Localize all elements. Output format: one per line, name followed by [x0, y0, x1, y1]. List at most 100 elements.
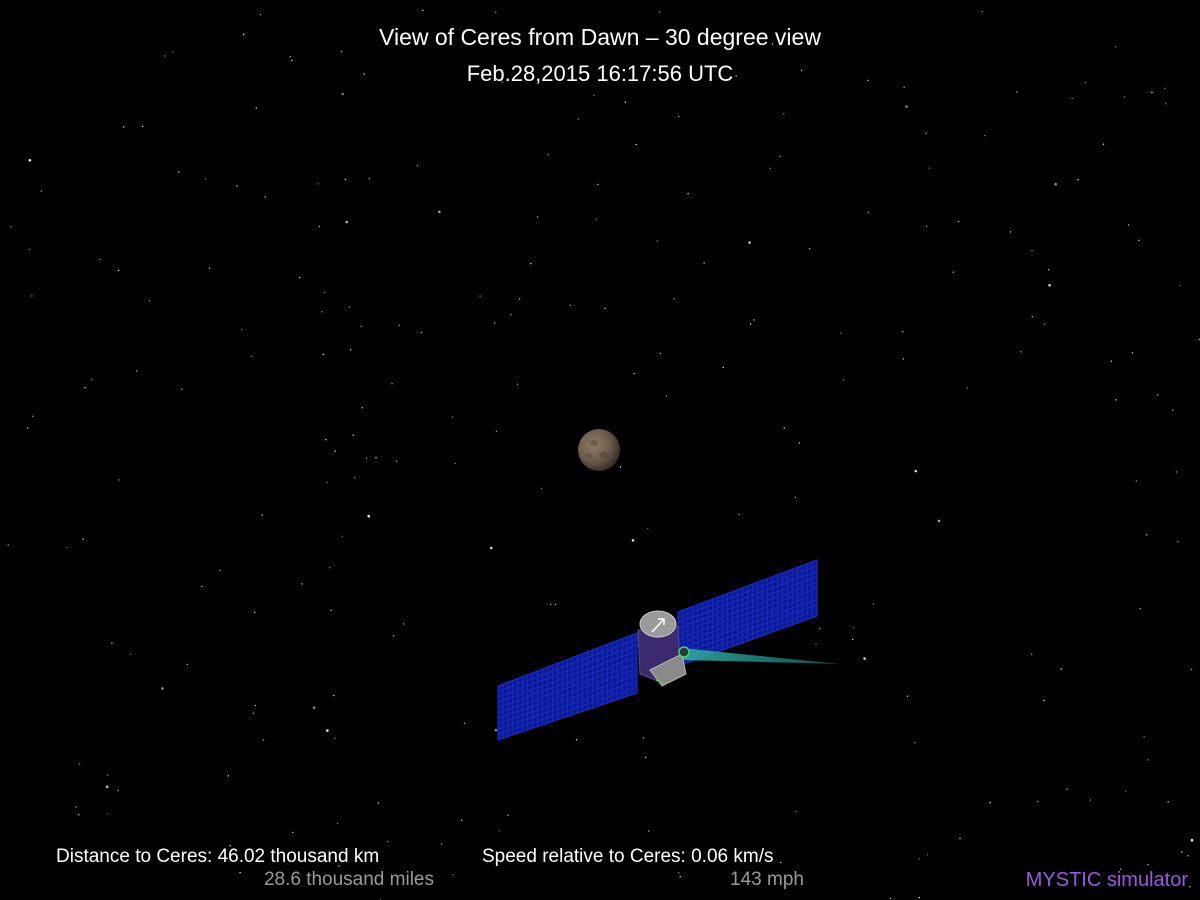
star	[261, 514, 263, 516]
star	[1054, 182, 1057, 186]
star	[292, 831, 294, 834]
star	[204, 178, 207, 180]
star	[1181, 851, 1183, 853]
star	[377, 802, 379, 804]
star	[10, 226, 12, 228]
star	[318, 225, 321, 228]
star	[251, 355, 253, 357]
star	[1187, 855, 1189, 857]
star	[91, 379, 93, 381]
star	[863, 657, 866, 660]
star	[867, 211, 870, 213]
timestamp: Feb.28,2015 16:17:56 UTC	[466, 61, 734, 86]
star	[1037, 800, 1039, 803]
star	[840, 332, 842, 334]
star	[1145, 534, 1148, 536]
star	[624, 101, 626, 103]
star	[264, 196, 266, 198]
star	[1190, 668, 1193, 671]
star	[289, 55, 292, 58]
view-title: View of Ceres from Dawn – 30 degree view	[379, 24, 821, 50]
star	[463, 722, 466, 724]
star	[392, 635, 395, 637]
star	[78, 814, 80, 816]
star	[422, 9, 424, 12]
speed-readout: Speed relative to Ceres: 0.06 km/s	[482, 846, 774, 867]
star	[783, 113, 785, 115]
star	[872, 603, 875, 605]
star	[312, 706, 316, 709]
star	[317, 183, 319, 185]
star	[181, 388, 183, 390]
star	[236, 185, 238, 187]
ion-thrust-beam	[682, 648, 840, 664]
star	[322, 353, 324, 356]
star	[1060, 668, 1062, 670]
star	[926, 854, 929, 856]
star	[795, 810, 797, 813]
star	[569, 304, 571, 307]
star	[454, 462, 456, 465]
star	[984, 134, 986, 137]
star	[1048, 269, 1050, 271]
star	[84, 387, 86, 389]
star	[99, 258, 102, 261]
star	[40, 190, 42, 192]
star	[254, 704, 257, 707]
star	[738, 513, 740, 516]
star	[540, 487, 543, 490]
star	[365, 457, 368, 459]
star	[989, 802, 991, 804]
star	[323, 291, 326, 294]
star	[1077, 179, 1079, 181]
star	[341, 92, 345, 96]
star	[241, 328, 243, 331]
star	[1143, 736, 1145, 738]
star	[925, 132, 927, 134]
star	[219, 569, 221, 572]
star	[349, 349, 352, 351]
star	[31, 295, 33, 297]
star	[595, 218, 597, 221]
star	[906, 695, 909, 697]
star	[1009, 231, 1012, 233]
star	[635, 143, 637, 146]
star	[118, 269, 120, 272]
distance-readout: Distance to Ceres: 46.02 thousand km	[56, 846, 380, 867]
star	[779, 155, 781, 158]
star	[344, 178, 347, 180]
star	[117, 789, 119, 792]
star	[1043, 699, 1045, 702]
star	[353, 477, 356, 479]
star	[136, 370, 138, 372]
star	[678, 872, 680, 874]
star	[1110, 360, 1113, 362]
star	[1123, 96, 1126, 98]
star	[438, 210, 441, 214]
mystic-simulator-brand: MYSTIC simulator	[1025, 869, 1188, 891]
star	[1115, 399, 1117, 401]
star	[118, 479, 120, 481]
star	[647, 527, 649, 530]
star	[597, 183, 599, 186]
star	[1147, 759, 1149, 761]
star	[1167, 801, 1169, 803]
star	[902, 331, 904, 333]
star	[172, 51, 174, 53]
star	[107, 774, 109, 776]
star	[402, 623, 405, 625]
star	[981, 10, 983, 13]
star	[495, 430, 498, 433]
star	[341, 535, 343, 537]
star	[259, 14, 262, 16]
star	[336, 822, 339, 825]
high-gain-antenna	[639, 610, 677, 638]
star	[334, 737, 336, 739]
star	[1190, 838, 1194, 842]
star	[330, 609, 332, 611]
star	[26, 427, 29, 429]
star	[959, 837, 961, 840]
star	[749, 323, 752, 325]
star	[659, 352, 661, 355]
star	[889, 897, 892, 900]
